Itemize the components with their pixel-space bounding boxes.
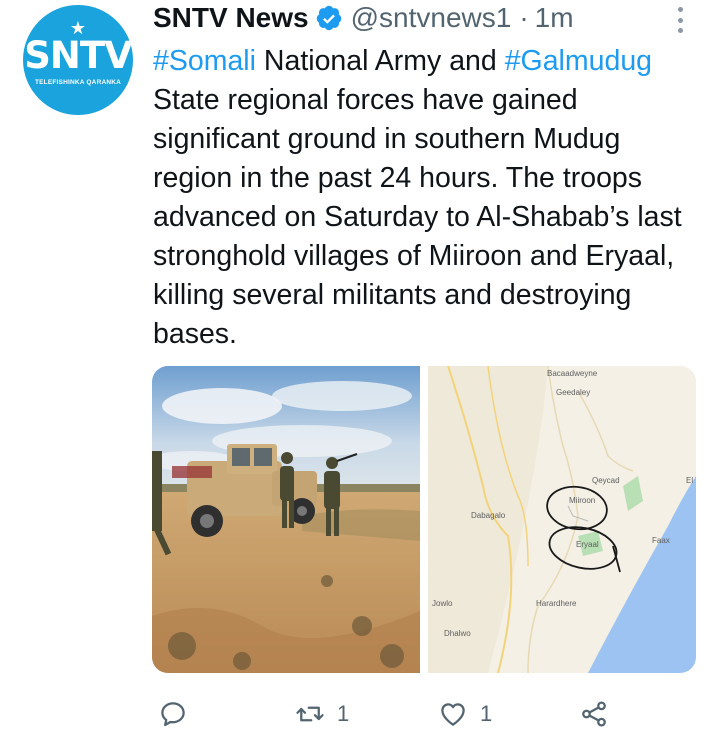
- tweet-actions: 1 1: [155, 697, 625, 731]
- share-icon: [582, 701, 606, 727]
- retweet-icon: [296, 706, 324, 722]
- heart-icon: [441, 703, 465, 726]
- avatar[interactable]: ★ SNTV TELEFISHINKA QARANKA: [23, 5, 133, 115]
- map-label-harardhere: Harardhere: [536, 599, 577, 608]
- verified-badge-icon: [316, 5, 341, 31]
- map-label-miiroon: Miiroon: [569, 496, 595, 505]
- like-count: 1: [480, 701, 493, 726]
- separator-dot: ·: [519, 2, 529, 33]
- tweet-text-part-1: National Army and: [255, 45, 505, 77]
- avatar-logo-text: SNTV: [24, 34, 133, 77]
- retweet-count: 1: [337, 701, 350, 726]
- retweet-button[interactable]: 1: [295, 697, 349, 731]
- hashtag-galmudug[interactable]: #Galmudug: [505, 45, 652, 77]
- map-label-geedaley: Geedaley: [556, 388, 590, 397]
- map-label-qeycad: Qeycad: [592, 476, 620, 485]
- map-mudug-region[interactable]: Bacaadweyne Geedaley Qeycad Miiroon Daba…: [428, 366, 696, 673]
- tweet-header: SNTV News @sntvnews1 · 1m: [153, 0, 574, 36]
- reply-button[interactable]: [158, 697, 188, 731]
- avatar-tagline: TELEFISHINKA QARANKA: [34, 79, 122, 86]
- share-button[interactable]: [579, 697, 609, 731]
- tweet-media: Bacaadweyne Geedaley Qeycad Miiroon Daba…: [152, 366, 696, 673]
- author-handle[interactable]: @sntvnews1: [351, 2, 512, 34]
- like-button[interactable]: 1: [438, 697, 492, 731]
- map-label-eryaal: Eryaal: [576, 540, 599, 549]
- map-label-dhalwo: Dhalwo: [444, 629, 471, 638]
- map-label-el: El: [686, 476, 693, 485]
- map-label-dabagalo: Dabagalo: [471, 511, 506, 520]
- hashtag-somali[interactable]: #Somali: [153, 45, 256, 77]
- map-label-jowlo: Jowlo: [432, 599, 453, 608]
- tweet-time[interactable]: 1m: [535, 2, 574, 34]
- more-options-icon[interactable]: [668, 5, 692, 35]
- tweet-text: #Somali National Army and #Galmudug Stat…: [153, 42, 693, 354]
- photo-soldiers[interactable]: [152, 366, 420, 673]
- map-label-faax: Faax: [652, 536, 670, 545]
- author-name[interactable]: SNTV News: [153, 2, 309, 34]
- map-label-bacaadweyne: Bacaadweyne: [547, 369, 598, 378]
- tweet-text-part-2: State regional forces have gained signif…: [153, 84, 682, 350]
- reply-icon: [161, 702, 185, 727]
